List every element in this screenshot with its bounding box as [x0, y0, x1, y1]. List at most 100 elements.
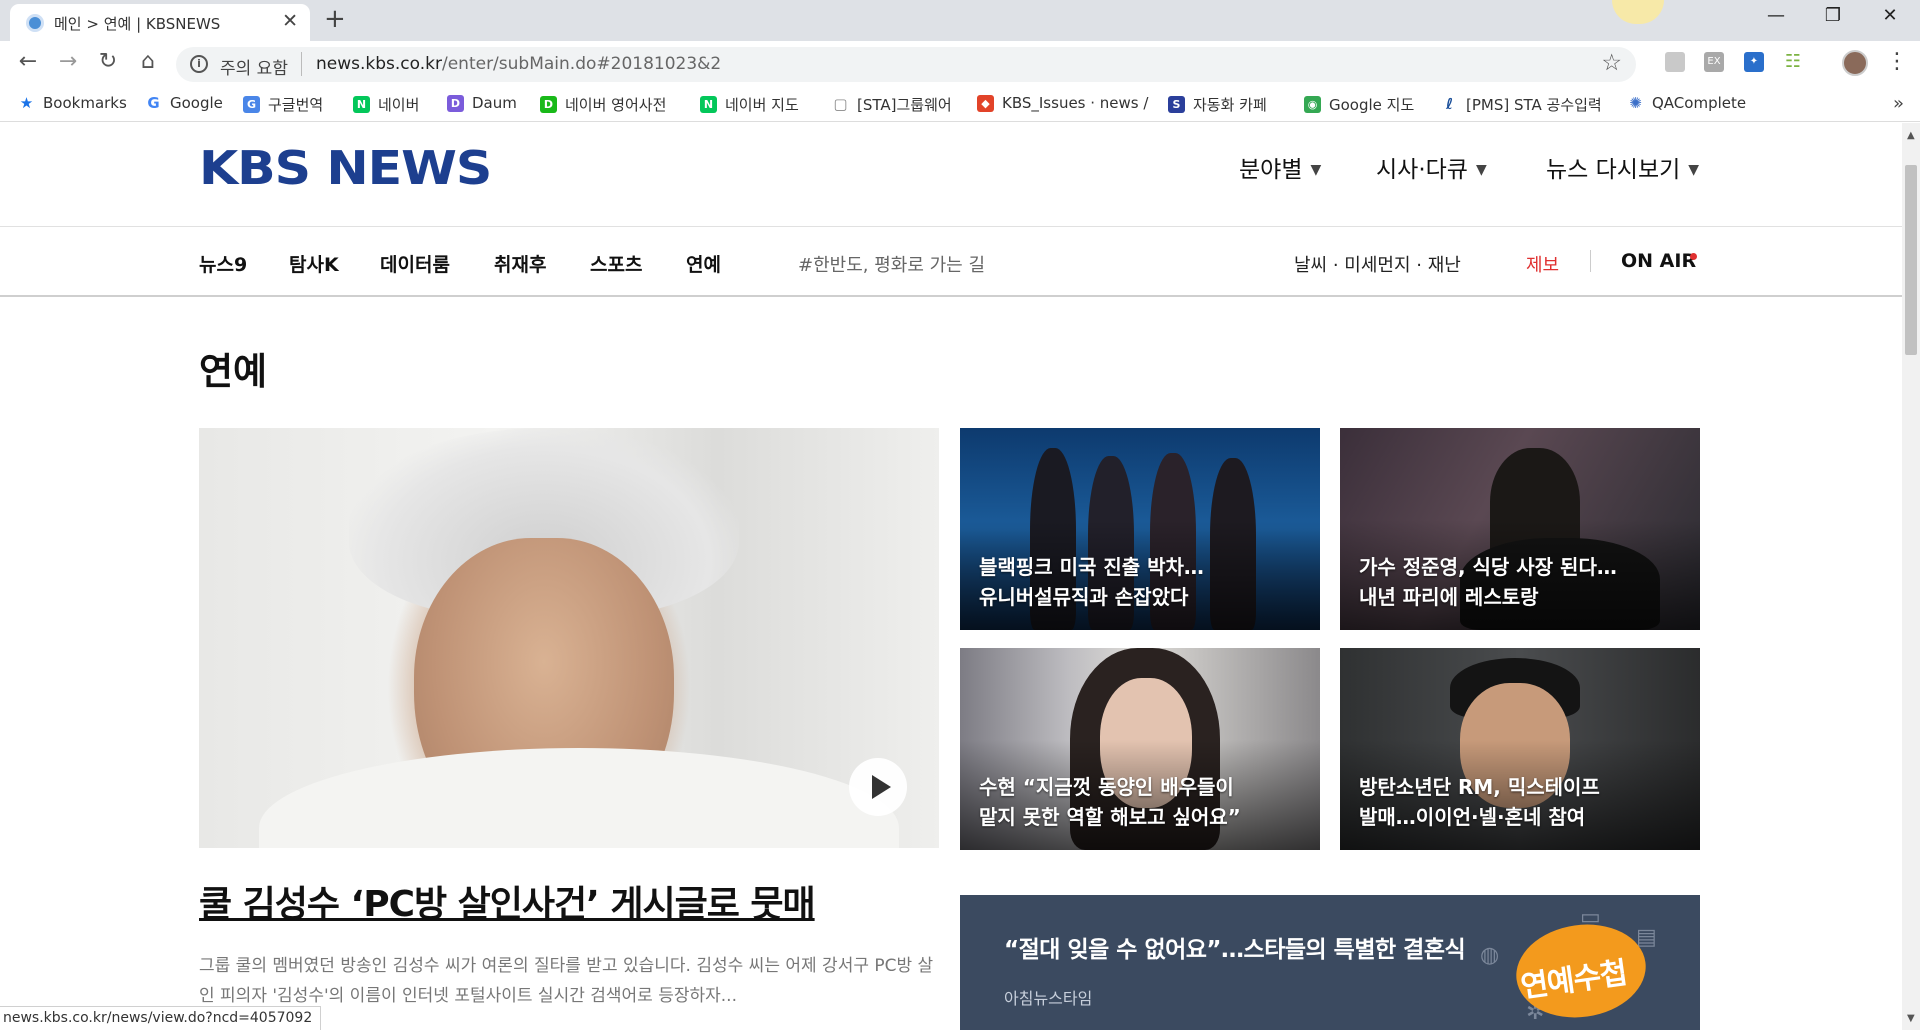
google-icon: G: [147, 93, 160, 112]
story-caption: 수현 “지금껏 동양인 배우들이 맡지 못한 역할 해보고 싶어요”: [979, 772, 1306, 832]
info-icon[interactable]: i: [190, 55, 208, 73]
browser-tab-active[interactable]: 메인 > 연예 | KBSNEWS ✕: [10, 4, 310, 41]
maps-icon: ◉: [1304, 96, 1321, 113]
caret-down-icon: ▼: [1310, 162, 1322, 178]
bookmarks-bar: » ★ Bookmarks G Google G 구글번역 N 네이버 D Daum D 네이버 영어…: [0, 87, 1920, 122]
bookmark-item[interactable]: ▢ [STA]그룹웨어: [832, 94, 951, 115]
camera-icon: ◍: [1480, 943, 1500, 968]
report-link[interactable]: 제보: [1526, 251, 1559, 277]
main-story-photo[interactable]: [199, 428, 939, 848]
main-story-summary[interactable]: 그룹 쿨의 멤버였던 방송인 김성수 씨가 여론의 질타를 받고 있습니다. 김…: [199, 951, 944, 1011]
header-divider: [0, 226, 1902, 227]
weather-link[interactable]: 날씨 · 미세먼지 · 재난: [1294, 251, 1461, 277]
story-caption-line2: 맡지 못한 역할 해보고 싶어요”: [979, 805, 1241, 829]
restore-button[interactable]: ❐: [1813, 5, 1853, 26]
home-button[interactable]: ⌂: [132, 49, 164, 74]
bookmark-item[interactable]: G 구글번역: [243, 94, 323, 115]
promo-banner[interactable]: “절대 잊을 수 없어요”…스타들의 특별한 결혼식 아침뉴스타임 ▭ ▤ ◍ …: [960, 895, 1700, 1030]
bookmark-item[interactable]: ℓ [PMS] STA 공수입력: [1441, 94, 1602, 115]
subnav-entertainment[interactable]: 연예: [686, 250, 721, 277]
story-caption: 가수 정준영, 식당 사장 된다… 내년 파리에 레스토랑: [1359, 552, 1686, 612]
url-path: /enter/subMain.do#20181023&2: [441, 54, 722, 74]
address-bar[interactable]: i 주의 요함 news.kbs.co.kr/enter/subMain.do#…: [176, 47, 1636, 82]
kbs-favicon-icon: [26, 14, 44, 32]
subnav-news9[interactable]: 뉴스9: [199, 250, 247, 277]
story-card-blackpink[interactable]: 블랙핑크 미국 진출 박차… 유니버설뮤직과 손잡았다: [960, 428, 1320, 630]
bookmark-label: Daum: [472, 94, 517, 112]
new-tab-button[interactable]: +: [324, 4, 346, 34]
subnav-tamsa-k[interactable]: 탐사K: [289, 250, 339, 277]
page-icon: ▢: [833, 95, 848, 113]
play-video-icon[interactable]: [849, 758, 907, 816]
back-button[interactable]: ←: [12, 49, 44, 74]
security-label[interactable]: 주의 요함: [220, 54, 288, 79]
bookmark-label: Bookmarks: [43, 94, 127, 112]
hashtag-link[interactable]: #한반도, 평화로 가는 길: [798, 251, 985, 277]
subnav-divider: [0, 295, 1902, 297]
bookmark-item[interactable]: S 자동화 카페: [1168, 94, 1267, 115]
bookmark-label: QAComplete: [1652, 94, 1747, 112]
bookmark-item[interactable]: ◉ Google 지도: [1304, 94, 1414, 115]
scroll-down-icon[interactable]: ▼: [1907, 1013, 1915, 1024]
profile-avatar[interactable]: [1842, 50, 1868, 76]
nav-replay-label: 뉴스 다시보기: [1546, 157, 1681, 183]
main-story-headline[interactable]: 쿨 김성수 ‘PC방 살인사건’ 게시글로 뭇매: [199, 875, 816, 927]
minimize-button[interactable]: —: [1756, 5, 1796, 26]
dict-icon: D: [540, 96, 557, 113]
bookmark-item[interactable]: G Google: [145, 94, 223, 112]
story-card-jung-joonyoung[interactable]: 가수 정준영, 식당 사장 된다… 내년 파리에 레스토랑: [1340, 428, 1700, 630]
extension-arrows-icon[interactable]: ✦: [1744, 52, 1764, 72]
subnav-dataroom[interactable]: 데이터룸: [380, 250, 450, 277]
extension-ex-icon[interactable]: EX: [1704, 52, 1724, 72]
bookmark-item[interactable]: ★ Bookmarks: [18, 94, 127, 112]
photo-shirt-shape: [259, 748, 899, 848]
nav-category-label: 분야별: [1239, 157, 1303, 183]
promo-title[interactable]: “절대 잊을 수 없어요”…스타들의 특별한 결혼식: [1004, 930, 1466, 964]
page-scrollbar[interactable]: ▲ ▼: [1902, 123, 1920, 1030]
browser-menu-icon[interactable]: ⋮: [1886, 49, 1908, 74]
url-host: news.kbs.co.kr: [316, 54, 442, 74]
story-card-suhyun[interactable]: 수현 “지금껏 동양인 배우들이 맡지 못한 역할 해보고 싶어요”: [960, 648, 1320, 850]
star-icon: ★: [19, 93, 34, 112]
gitlab-icon: ◆: [977, 94, 994, 112]
reload-button[interactable]: ↻: [92, 49, 124, 74]
nav-divider: [1590, 250, 1591, 272]
bookmark-item[interactable]: ◆ KBS_Issues · news /: [977, 94, 1148, 112]
bookmark-item[interactable]: D Daum: [447, 94, 517, 112]
story-card-rm[interactable]: 방탄소년단 RM, 믹스테이프 발매…이이언·넬·혼네 참여: [1340, 648, 1700, 850]
naver-icon: N: [353, 96, 370, 113]
url-text[interactable]: news.kbs.co.kr/enter/subMain.do#20181023…: [316, 54, 721, 74]
extension-ladder-icon[interactable]: ☷: [1783, 52, 1803, 72]
nav-category[interactable]: 분야별 ▼: [1239, 150, 1321, 184]
close-window-button[interactable]: ✕: [1870, 5, 1910, 26]
url-separator: [301, 52, 302, 76]
subnav-sports[interactable]: 스포츠: [590, 250, 642, 277]
forward-button[interactable]: →: [52, 49, 84, 74]
subnav-behind[interactable]: 취재후: [494, 250, 546, 277]
promo-subtitle: 아침뉴스타임: [1004, 989, 1093, 1008]
bookmark-label: 네이버: [378, 96, 420, 114]
browser-tabstrip: 메인 > 연예 | KBSNEWS ✕ + — ❐ ✕: [0, 0, 1920, 41]
bookmark-label: 구글번역: [268, 96, 324, 114]
bookmarks-more-icon[interactable]: »: [1893, 93, 1904, 114]
on-air-link[interactable]: ON AIR: [1621, 250, 1696, 272]
bookmark-item[interactable]: N 네이버: [353, 94, 419, 115]
bookmark-item[interactable]: D 네이버 영어사전: [540, 94, 666, 115]
bookmark-star-icon[interactable]: ☆: [1601, 50, 1622, 76]
sta-icon: S: [1168, 96, 1185, 113]
story-caption-line1: 가수 정준영, 식당 사장 된다…: [1359, 555, 1617, 579]
scroll-thumb[interactable]: [1905, 165, 1917, 355]
theme-decoration: [1612, 0, 1664, 24]
scroll-up-icon[interactable]: ▲: [1907, 130, 1915, 141]
story-caption-line2: 내년 파리에 레스토랑: [1359, 585, 1539, 609]
extension-icon[interactable]: [1665, 52, 1685, 72]
pms-icon: ℓ: [1445, 95, 1454, 113]
close-tab-icon[interactable]: ✕: [282, 10, 298, 32]
bookmark-item[interactable]: ✺ QAComplete: [1627, 94, 1746, 112]
site-logo[interactable]: KBS NEWS: [199, 141, 492, 195]
story-caption-line1: 방탄소년단 RM, 믹스테이프: [1359, 775, 1600, 799]
bookmark-label: Google: [170, 94, 223, 112]
nav-replay[interactable]: 뉴스 다시보기 ▼: [1546, 150, 1699, 184]
bookmark-item[interactable]: N 네이버 지도: [700, 94, 799, 115]
nav-current-affairs[interactable]: 시사·다큐 ▼: [1376, 150, 1487, 184]
